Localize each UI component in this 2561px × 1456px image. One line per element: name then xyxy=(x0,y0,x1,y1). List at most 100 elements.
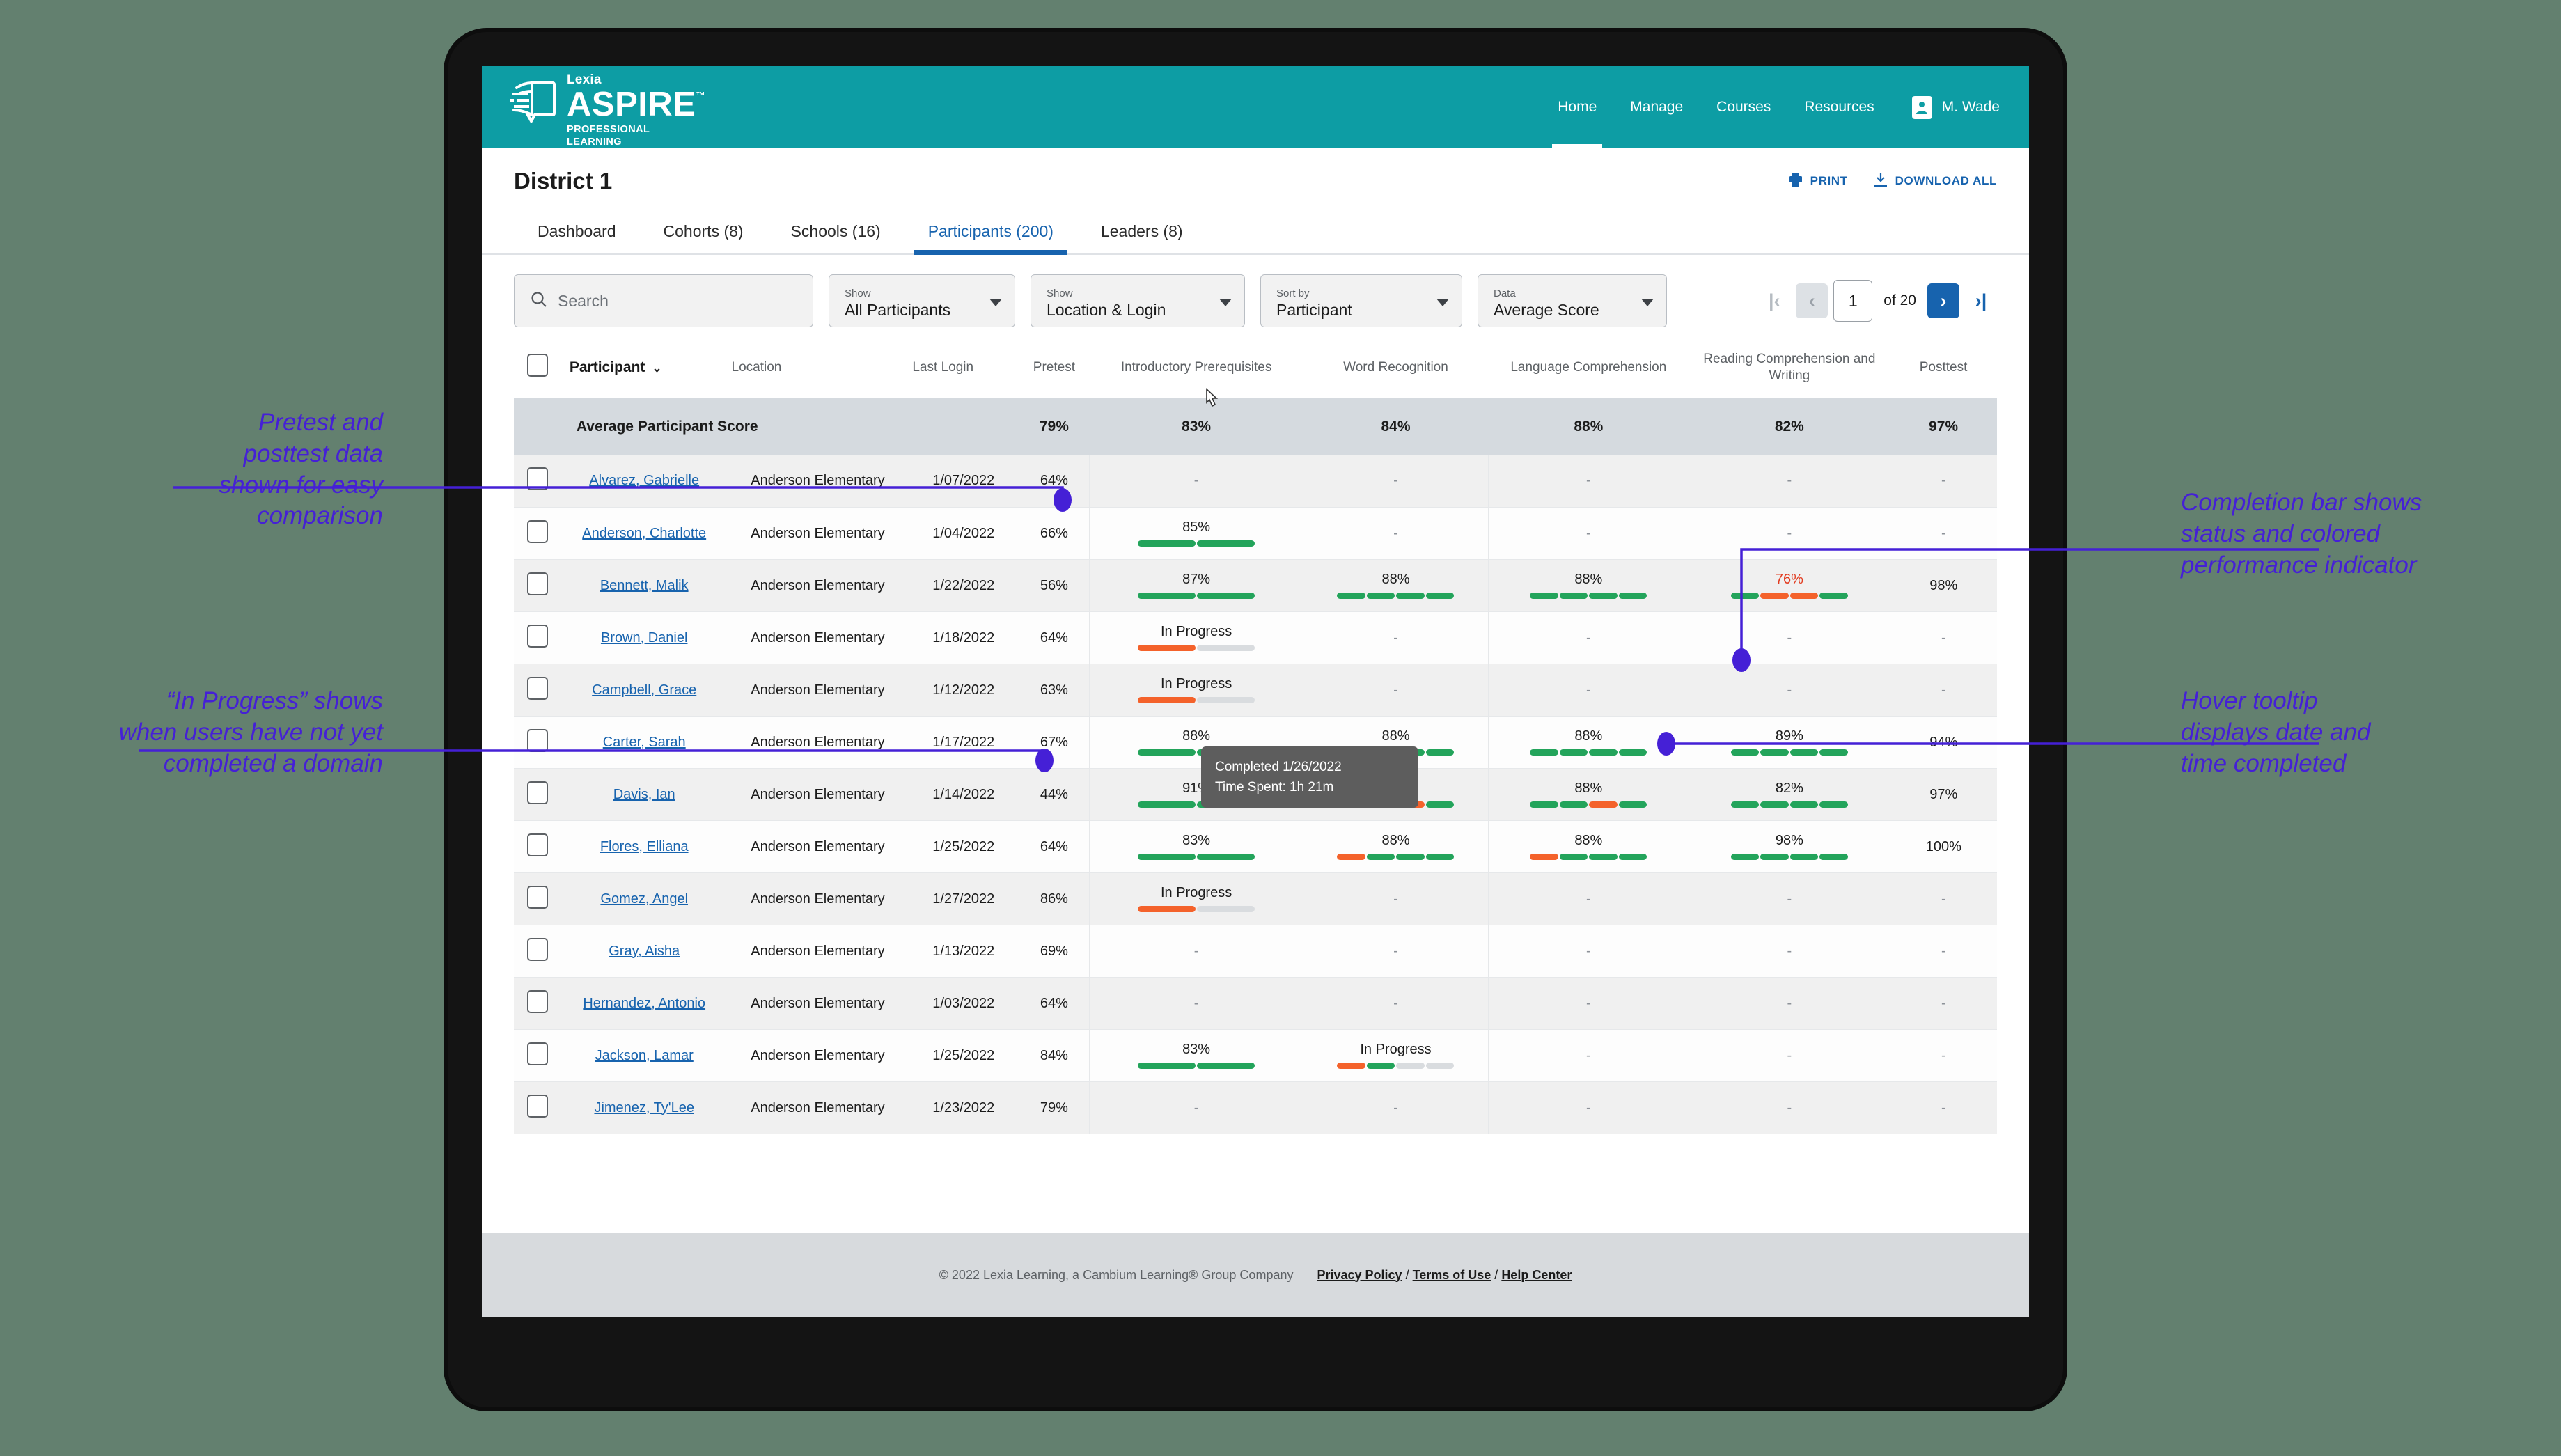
table-row[interactable]: Campbell, Grace Anderson Elementary 1/12/2… xyxy=(514,664,1997,717)
cell-participant: Alvarez, Gabrielle xyxy=(561,455,728,508)
tab-dashboard[interactable]: Dashboard xyxy=(514,212,640,253)
th-language-comprehension[interactable]: Language Comprehension xyxy=(1488,344,1689,398)
print-button[interactable]: PRINT xyxy=(1788,172,1848,191)
row-checkbox[interactable] xyxy=(526,1094,548,1118)
page-number-input[interactable]: 1 xyxy=(1833,280,1873,322)
participant-link[interactable]: Brown, Daniel xyxy=(601,630,688,645)
row-checkbox[interactable] xyxy=(526,519,548,543)
tab-participants[interactable]: Participants (200) xyxy=(904,212,1077,255)
completion-bar-segment xyxy=(1760,749,1789,756)
table-row[interactable]: Flores, Elliana Anderson Elementary 1/25/2… xyxy=(514,820,1997,873)
participant-link[interactable]: Anderson, Charlotte xyxy=(582,526,706,541)
row-checkbox[interactable] xyxy=(526,781,548,804)
cell-reading-comprehension-and-writing: 89% xyxy=(1689,716,1890,769)
nav-item-resources[interactable]: Resources xyxy=(1787,66,1890,148)
th-last-login[interactable]: Last Login xyxy=(908,344,1019,398)
tab-cohorts[interactable]: Cohorts (8) xyxy=(640,212,767,253)
prev-page-icon[interactable]: ‹ xyxy=(1796,283,1828,318)
row-checkbox[interactable] xyxy=(526,989,548,1013)
participant-link[interactable]: Alvarez, Gabrielle xyxy=(589,473,699,488)
completion-bar xyxy=(1337,854,1455,860)
table-row[interactable]: Jackson, Lamar Anderson Elementary 1/25/20… xyxy=(514,1029,1997,1082)
completion-bar-segment xyxy=(1589,854,1618,860)
row-checkbox-cell xyxy=(514,925,561,978)
footer-link-terms-of-use[interactable]: Terms of Use xyxy=(1413,1268,1491,1282)
select-show-columns[interactable]: Show Location & Login xyxy=(1031,274,1245,327)
cell-pretest: 86% xyxy=(1019,872,1090,925)
cell-pretest: 44% xyxy=(1019,768,1090,821)
participant-link[interactable]: Bennett, Malik xyxy=(600,578,689,593)
select-sort-by-label: Sort by xyxy=(1276,287,1310,299)
nav-item-manage[interactable]: Manage xyxy=(1613,66,1700,148)
table-row[interactable]: Brown, Daniel Anderson Elementary 1/18/202… xyxy=(514,611,1997,664)
table-row[interactable]: Alvarez, Gabrielle Anderson Elementary 1/0… xyxy=(514,455,1997,508)
nav-item-home[interactable]: Home xyxy=(1541,66,1613,148)
participant-link[interactable]: Gomez, Angel xyxy=(600,891,688,907)
chevron-down-icon xyxy=(1641,299,1654,306)
participant-link[interactable]: Jimenez, Ty'Lee xyxy=(594,1100,694,1116)
participant-link[interactable]: Jackson, Lamar xyxy=(595,1048,694,1063)
row-checkbox[interactable] xyxy=(526,1042,548,1065)
footer-link-privacy-policy[interactable]: Privacy Policy xyxy=(1317,1268,1402,1282)
th-participant[interactable]: Participant ⌄ xyxy=(561,344,728,398)
th-word-recognition[interactable]: Word Recognition xyxy=(1303,344,1488,398)
participant-link[interactable]: Davis, Ian xyxy=(613,787,675,802)
participant-link[interactable]: Carter, Sarah xyxy=(603,735,686,750)
row-checkbox[interactable] xyxy=(526,624,548,648)
select-show-participants[interactable]: Show All Participants xyxy=(829,274,1015,327)
footer-link-help-center[interactable]: Help Center xyxy=(1501,1268,1572,1282)
select-sort-by[interactable]: Sort by Participant xyxy=(1260,274,1462,327)
row-checkbox[interactable] xyxy=(526,572,548,595)
row-checkbox[interactable] xyxy=(526,833,548,856)
average-row-label: Average Participant Score xyxy=(561,398,1019,455)
completion-bar-segment xyxy=(1138,645,1196,651)
row-checkbox[interactable] xyxy=(526,676,548,700)
tab-leaders[interactable]: Leaders (8) xyxy=(1077,212,1207,253)
first-page-icon[interactable]: |‹ xyxy=(1758,283,1790,318)
cell-posttest: 100% xyxy=(1889,820,1997,873)
tab-schools[interactable]: Schools (16) xyxy=(767,212,904,253)
cell-participant: Brown, Daniel xyxy=(561,611,728,664)
select-data[interactable]: Data Average Score xyxy=(1478,274,1667,327)
select-all-checkbox[interactable] xyxy=(526,353,548,377)
completion-bar-segment xyxy=(1197,854,1255,860)
th-location[interactable]: Location xyxy=(728,344,909,398)
participant-link[interactable]: Gray, Aisha xyxy=(609,944,680,959)
participant-link[interactable]: Campbell, Grace xyxy=(592,682,696,698)
avg-posttest: 97% xyxy=(1890,398,1997,455)
last-page-icon[interactable]: ›| xyxy=(1965,283,1997,318)
th-pretest[interactable]: Pretest xyxy=(1019,344,1090,398)
download-all-button[interactable]: DOWNLOAD ALL xyxy=(1873,172,1997,191)
th-posttest[interactable]: Posttest xyxy=(1890,344,1997,398)
row-checkbox[interactable] xyxy=(526,885,548,909)
table-row[interactable]: Anderson, Charlotte Anderson Elementary 1/… xyxy=(514,507,1997,560)
cell-language-comprehension: - xyxy=(1487,1081,1689,1134)
completion-bar-segment xyxy=(1197,906,1255,912)
cell-value: 88% xyxy=(1182,728,1211,744)
participant-link[interactable]: Flores, Elliana xyxy=(600,839,689,854)
row-checkbox[interactable] xyxy=(526,937,548,961)
table-row[interactable]: Gomez, Angel Anderson Elementary 1/27/2022… xyxy=(514,872,1997,925)
row-checkbox[interactable] xyxy=(526,467,548,491)
brand-sub-2: LEARNING xyxy=(567,136,622,148)
cell-language-comprehension: - xyxy=(1487,1029,1689,1082)
th-reading-comprehension-and-writing[interactable]: Reading Comprehension and Writing xyxy=(1689,344,1890,398)
nav-item-courses[interactable]: Courses xyxy=(1700,66,1787,148)
print-label: PRINT xyxy=(1810,174,1848,187)
table-row[interactable]: Hernandez, Antonio Anderson Elementary 1/0… xyxy=(514,977,1997,1030)
participant-link[interactable]: Hernandez, Antonio xyxy=(583,996,705,1011)
cell-pretest: 64% xyxy=(1019,977,1090,1030)
user-menu[interactable]: M. Wade xyxy=(1891,95,2000,119)
completion-bar-segment xyxy=(1618,801,1647,808)
table-row[interactable]: Gray, Aisha Anderson Elementary 1/13/2022 6… xyxy=(514,925,1997,978)
table-row[interactable]: Jimenez, Ty'Lee Anderson Elementary 1/23/2… xyxy=(514,1081,1997,1134)
cell-posttest: - xyxy=(1889,1081,1997,1134)
completion-bar-segment xyxy=(1366,1063,1395,1069)
table-row[interactable]: Bennett, Malik Anderson Elementary 1/22/20… xyxy=(514,559,1997,612)
next-page-icon[interactable]: › xyxy=(1927,283,1959,318)
completion-bar-segment xyxy=(1730,593,1760,599)
search-input[interactable]: Search xyxy=(514,274,813,327)
th-introductory-prerequisites[interactable]: Introductory Prerequisites xyxy=(1089,344,1303,398)
row-checkbox[interactable] xyxy=(526,728,548,752)
annotation-in-progress: “In Progress” shows when users have not … xyxy=(118,687,383,777)
